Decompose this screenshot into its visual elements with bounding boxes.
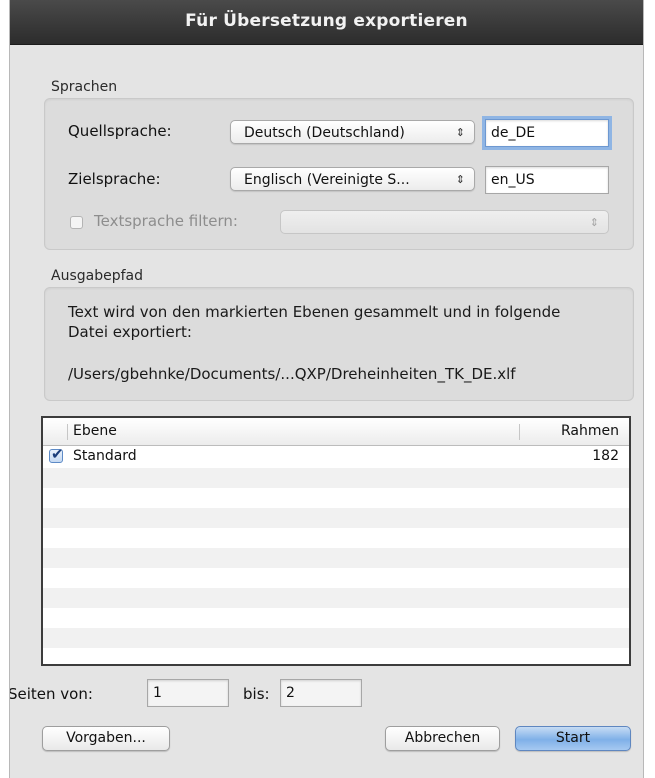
window-title: Für Übersetzung exportieren (185, 11, 468, 31)
pages-to-label: bis: (243, 685, 270, 703)
start-button[interactable]: Start (515, 726, 631, 751)
column-header-ebene[interactable]: Ebene (73, 423, 117, 439)
target-language-value: Englisch (Vereinigte S... (244, 172, 410, 188)
layer-table: Ebene Rahmen ✔ Standard 182 (41, 416, 631, 666)
column-separator (67, 424, 68, 440)
table-header: Ebene Rahmen (43, 418, 629, 446)
export-dialog: Für Übersetzung exportieren Sprachen Que… (10, 0, 643, 778)
source-language-popup[interactable]: Deutsch (Deutschland) ⇕ (230, 120, 475, 144)
defaults-button[interactable]: Vorgaben... (42, 726, 170, 751)
target-language-code-field[interactable]: en_US (485, 166, 609, 194)
source-language-code-field[interactable]: de_DE (485, 119, 609, 147)
layer-name: Standard (73, 448, 137, 464)
popup-arrows-icon: ⇕ (455, 126, 465, 139)
title-bar: Für Übersetzung exportieren (10, 0, 643, 45)
layer-checkbox[interactable]: ✔ (49, 445, 64, 463)
filter-language-popup[interactable]: ⇕ (280, 210, 609, 234)
column-separator (519, 424, 520, 440)
filter-language-label: Textsprache filtern: (94, 212, 238, 230)
target-language-popup[interactable]: Englisch (Vereinigte S... ⇕ (230, 167, 475, 191)
output-section-label: Ausgabepfad (51, 268, 143, 284)
popup-arrows-icon: ⇕ (455, 173, 465, 186)
cancel-button[interactable]: Abbrechen (385, 726, 500, 751)
table-stripe (43, 548, 629, 568)
pages-from-field[interactable]: 1 (147, 679, 229, 707)
languages-section-label: Sprachen (51, 79, 118, 95)
source-language-value: Deutsch (Deutschland) (244, 125, 405, 141)
output-description: Text wird von den markierten Ebenen gesa… (68, 303, 561, 341)
table-stripe (43, 588, 629, 608)
source-language-label: Quellsprache: (68, 122, 172, 140)
checkmark-icon: ✔ (51, 445, 64, 463)
table-row[interactable]: ✔ Standard 182 (43, 445, 629, 468)
table-stripe (43, 508, 629, 528)
filter-language-checkbox[interactable] (70, 216, 83, 229)
pages-from-label: Seiten von: (10, 685, 93, 703)
table-stripe (43, 468, 629, 488)
table-stripe (43, 628, 629, 648)
column-header-rahmen[interactable]: Rahmen (561, 423, 619, 439)
layer-frame-count: 182 (592, 448, 619, 464)
output-path: /Users/gbehnke/Documents/...QXP/Dreheinh… (68, 365, 516, 383)
pages-to-field[interactable]: 2 (280, 679, 362, 707)
target-language-label: Zielsprache: (68, 170, 161, 188)
popup-arrows-icon: ⇕ (589, 216, 599, 229)
